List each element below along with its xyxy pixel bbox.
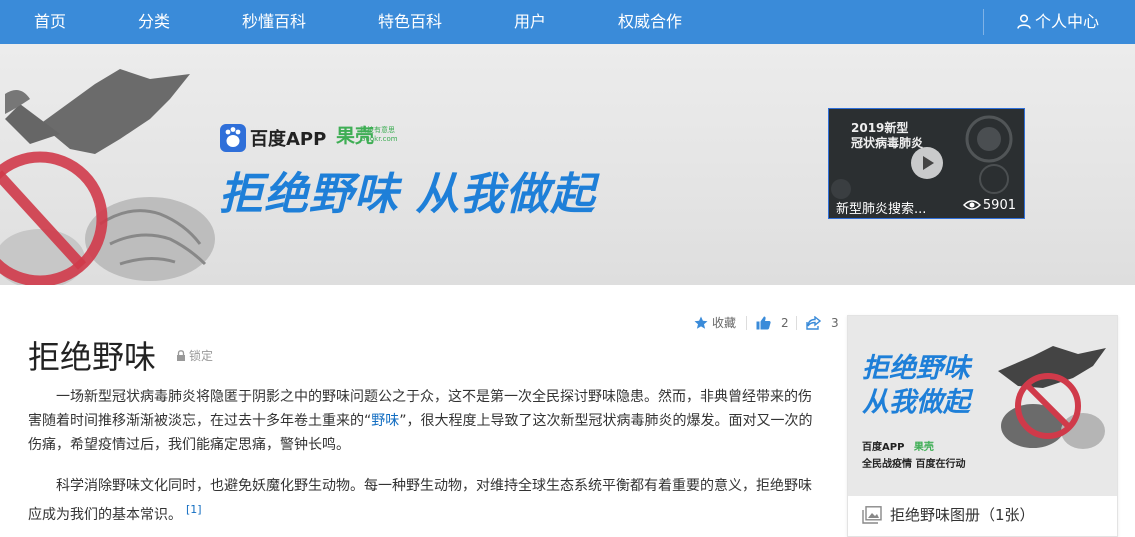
article-paragraph-1: 一场新型冠状病毒肺炎将隐匿于阴影之中的野味问题公之于众，这不是第一次全民探讨野味…	[28, 389, 813, 453]
toolbar-divider	[796, 316, 797, 330]
star-icon	[694, 316, 708, 329]
video-thumbnail[interactable]: 2019新型 冠状病毒肺炎 新型肺炎搜索... 5901	[828, 108, 1025, 219]
wild-game-link[interactable]: 野味	[371, 413, 399, 429]
toolbar-divider	[746, 316, 747, 330]
article-paragraph-2: 科学消除野味文化同时，也避免妖魔化野生动物。每一种野生动物，对维持全球生态系统平…	[28, 478, 812, 523]
nav-item-home[interactable]: 首页	[34, 0, 66, 44]
nav-item-featured[interactable]: 特色百科	[378, 0, 442, 44]
thumbs-up-icon	[756, 316, 771, 330]
share-icon	[806, 315, 822, 330]
video-views: 5901	[962, 198, 1016, 213]
album-image: 拒绝野味 从我做起 百度APP 果壳 全民战疫情 百度在行动	[848, 316, 1117, 496]
top-nav: 首页 分类 秒懂百科 特色百科 用户 权威合作 个人中心	[0, 0, 1135, 44]
favorite-button[interactable]: 收藏	[694, 314, 736, 332]
like-button[interactable]: 2	[756, 314, 789, 332]
nav-divider	[983, 9, 984, 35]
reference-link[interactable]: [1]	[186, 503, 202, 516]
user-center-link[interactable]: 个人中心	[1017, 0, 1099, 44]
page-title: 拒绝野味	[28, 338, 157, 376]
nav-item-miaodong[interactable]: 秒懂百科	[242, 0, 306, 44]
user-center-label: 个人中心	[1035, 12, 1100, 31]
lock-icon	[177, 350, 185, 361]
play-icon[interactable]	[911, 147, 943, 179]
share-button[interactable]: 3	[806, 314, 839, 332]
baidu-app-logo-text: 百度APP	[250, 129, 327, 150]
album-partner-logos: 百度APP 果壳	[862, 442, 934, 453]
lock-status: 锁定	[176, 347, 213, 364]
nav-item-category[interactable]: 分类	[138, 0, 170, 44]
video-title: 2019新型 冠状病毒肺炎	[851, 121, 924, 150]
album-slogan: 拒绝野味 从我做起	[862, 353, 970, 418]
video-caption: 新型肺炎搜索...	[836, 202, 927, 217]
banner-wildlife-illustration	[0, 69, 215, 285]
user-icon	[1017, 14, 1031, 29]
album-label[interactable]: 拒绝野味图册（1张）	[862, 504, 1035, 525]
baidu-paw-icon	[220, 124, 246, 152]
gallery-icon	[862, 506, 882, 524]
album-card[interactable]: 拒绝野味 从我做起 百度APP 果壳 全民战疫情 百度在行动 拒绝野味图册（1张…	[847, 315, 1118, 537]
guokr-logo-sub: 科技有意思 Guokr.com	[360, 126, 398, 143]
eye-icon	[962, 200, 981, 210]
album-tagline: 全民战疫情 百度在行动	[862, 459, 966, 470]
banner: 百度APP 果壳 科技有意思 Guokr.com 拒绝野味 从我做起 2019新…	[0, 44, 1135, 285]
banner-slogan: 拒绝野味 从我做起	[219, 169, 596, 220]
nav-item-partners[interactable]: 权威合作	[618, 0, 682, 44]
nav-item-users[interactable]: 用户	[514, 0, 546, 44]
